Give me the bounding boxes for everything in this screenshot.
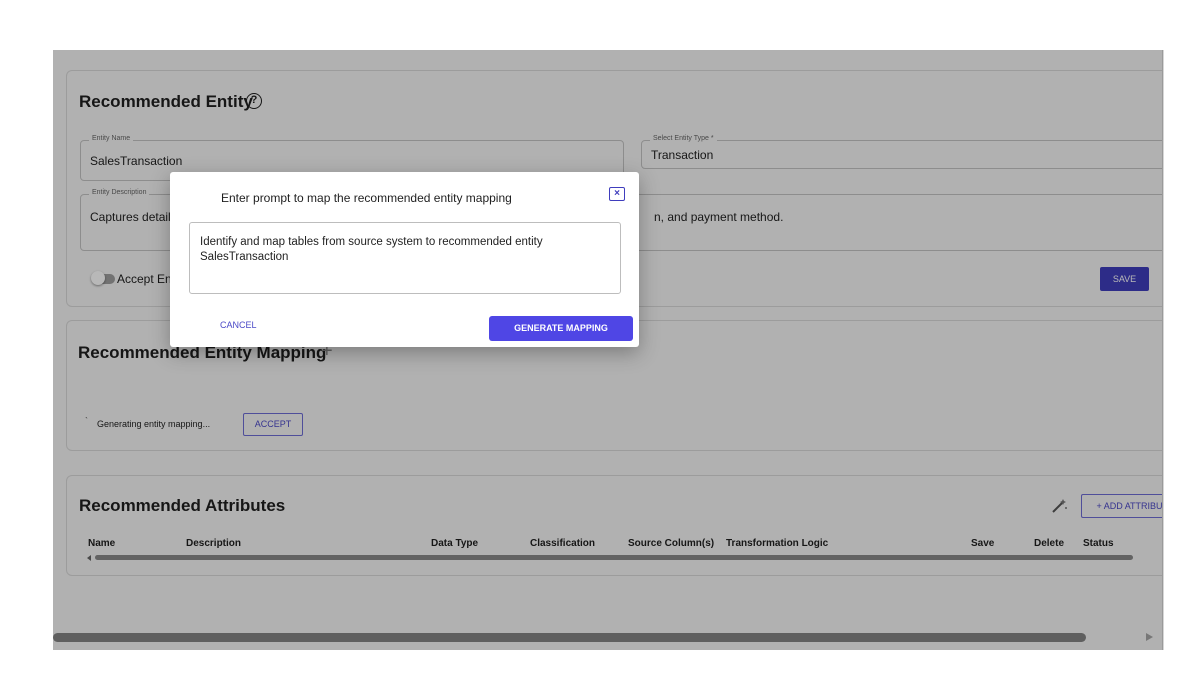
prompt-textarea[interactable]: Identify and map tables from source syst… xyxy=(189,222,621,294)
prompt-line-2: SalesTransaction xyxy=(200,251,289,263)
cancel-button[interactable]: CANCEL xyxy=(220,320,257,330)
prompt-line-1: Identify and map tables from source syst… xyxy=(200,236,543,248)
modal-backdrop[interactable] xyxy=(53,50,1163,650)
scroll-right-arrow-icon[interactable] xyxy=(1146,633,1153,641)
prompt-dialog: Enter prompt to map the recommended enti… xyxy=(170,172,639,347)
page-horizontal-scrollbar[interactable] xyxy=(53,633,1086,642)
generate-mapping-button[interactable]: GENERATE MAPPING xyxy=(489,316,633,341)
close-icon[interactable]: × xyxy=(609,187,625,201)
dialog-title: Enter prompt to map the recommended enti… xyxy=(221,191,512,205)
